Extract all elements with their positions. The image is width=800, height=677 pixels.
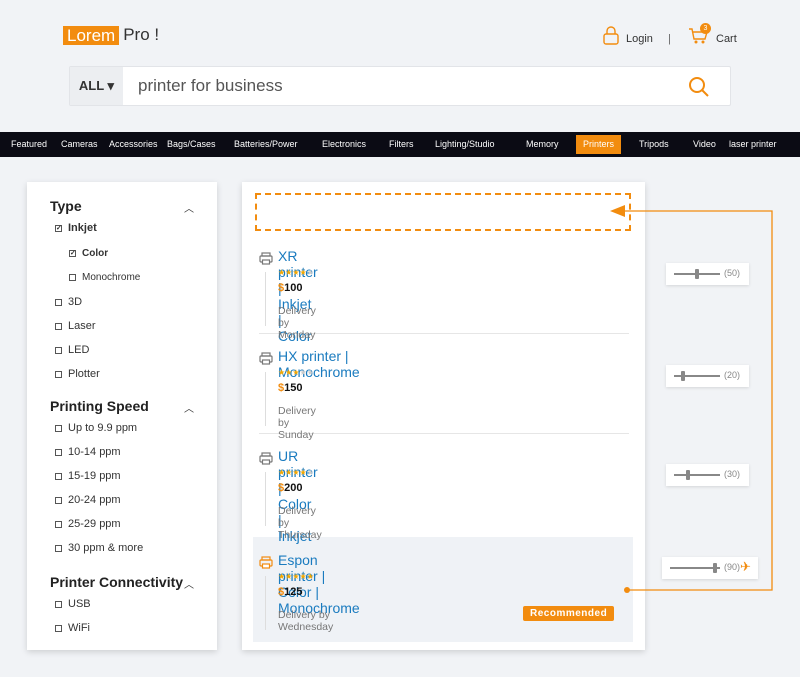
- slider-value: (90): [724, 562, 741, 572]
- slider-thumb[interactable]: [695, 269, 699, 279]
- slider-track[interactable]: [674, 474, 720, 476]
- score-slider[interactable]: (20): [666, 365, 749, 387]
- drag-origin-dot: [624, 587, 630, 593]
- slider-value: (20): [724, 370, 741, 380]
- score-slider[interactable]: (50): [666, 263, 749, 285]
- score-slider[interactable]: (30): [666, 464, 749, 486]
- slider-value: (30): [724, 469, 741, 479]
- slider-thumb[interactable]: [685, 470, 690, 480]
- slider-thumb[interactable]: [713, 563, 717, 573]
- airplane-icon: ✈: [740, 559, 751, 574]
- score-slider[interactable]: (90) ✈: [662, 557, 758, 579]
- slider-thumb[interactable]: [681, 371, 686, 381]
- slider-value: (50): [724, 268, 741, 278]
- arrow-head-icon: [610, 205, 625, 217]
